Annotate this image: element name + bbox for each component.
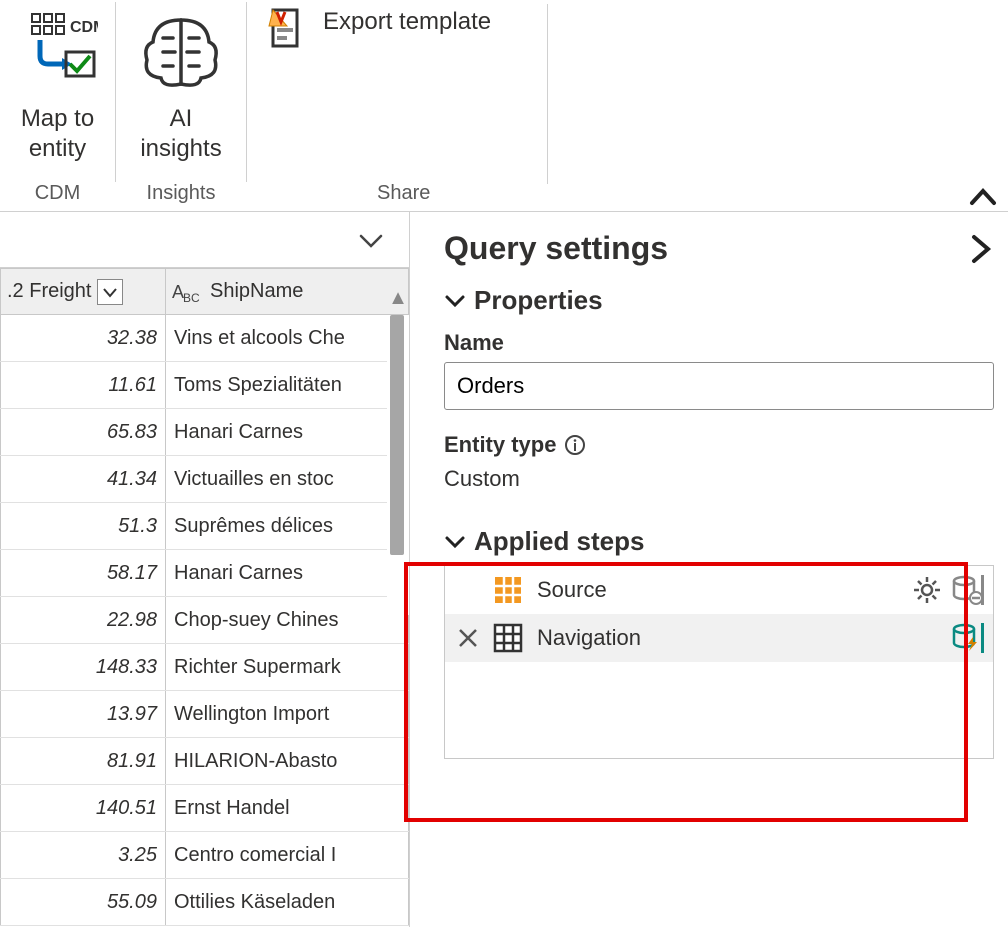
table-row[interactable]: 41.34Victuailles en stoc — [1, 456, 409, 503]
type-text-icon: A B C — [172, 280, 204, 304]
ribbon-collapse-button[interactable] — [968, 183, 998, 213]
brain-icon — [139, 6, 223, 102]
ribbon: CDM Map to entity CDM — [0, 0, 1008, 212]
column-header-shipname[interactable]: A B C ShipName — [166, 269, 409, 315]
column-filter-button[interactable] — [97, 279, 123, 305]
svg-text:B: B — [183, 291, 191, 304]
entity-type-value: Custom — [444, 466, 994, 492]
database-minus-icon[interactable] — [951, 575, 985, 605]
table-row[interactable]: 140.51Ernst Handel — [1, 785, 409, 832]
query-name-input[interactable] — [444, 362, 994, 410]
cell-shipname[interactable]: Ernst Handel — [166, 785, 409, 832]
cell-freight[interactable]: 32.38 — [1, 315, 166, 362]
table-row[interactable]: 81.91HILARION-Abasto — [1, 738, 409, 785]
cdm-map-icon: CDM — [18, 6, 98, 102]
cell-freight[interactable]: 148.33 — [1, 644, 166, 691]
table-row[interactable]: 58.17Hanari Carnes — [1, 550, 409, 597]
cell-shipname[interactable]: Suprêmes délices — [166, 503, 409, 550]
cell-freight[interactable]: 65.83 — [1, 409, 166, 456]
formula-bar[interactable] — [0, 212, 409, 268]
cell-freight[interactable]: 41.34 — [1, 456, 166, 503]
ribbon-group-label-share: Share — [377, 182, 430, 205]
cell-freight[interactable]: 58.17 — [1, 550, 166, 597]
column-header-shipname-label: ShipName — [210, 280, 303, 303]
query-settings-title: Query settings — [444, 230, 668, 267]
cell-shipname[interactable]: Ottilies Käseladen — [166, 879, 409, 926]
applied-step[interactable]: Navigation — [445, 614, 993, 662]
applied-step-label: Source — [533, 577, 903, 603]
map-to-entity-button[interactable]: CDM Map to entity — [3, 0, 113, 164]
column-header-freight[interactable]: .2 Freight — [1, 269, 166, 315]
ribbon-group-label-cdm: CDM — [35, 182, 81, 205]
query-settings-pane: Query settings Properties Name Entity ty… — [410, 212, 1008, 927]
name-label: Name — [444, 330, 994, 356]
vertical-scrollbar[interactable]: ▲ — [387, 315, 409, 615]
table-outline-icon — [493, 623, 523, 653]
map-to-entity-label: Map to entity — [21, 104, 94, 164]
export-template-button[interactable]: Export template — [247, 0, 1008, 48]
data-preview-pane: .2 Freight A B — [0, 212, 410, 927]
svg-text:C: C — [191, 291, 200, 304]
cell-freight[interactable]: 51.3 — [1, 503, 166, 550]
table-row[interactable]: 51.3Suprêmes délices — [1, 503, 409, 550]
applied-steps-heading: Applied steps — [474, 526, 644, 557]
table-row[interactable]: 22.98Chop-suey Chines — [1, 597, 409, 644]
svg-text:CDM: CDM — [70, 19, 98, 36]
cell-shipname[interactable]: Vins et alcools Che — [166, 315, 409, 362]
entity-type-label: Entity type — [444, 432, 556, 458]
ribbon-group-label-insights: Insights — [147, 182, 216, 205]
table-row[interactable]: 13.97Wellington Import — [1, 691, 409, 738]
applied-steps-list: Source Navigation — [444, 565, 994, 759]
ai-insights-label: AI insights — [140, 104, 221, 164]
properties-section-toggle[interactable]: Properties — [444, 285, 994, 316]
ribbon-group-insights: AI insights Insights — [116, 0, 246, 211]
ribbon-group-share: Export template Share — [247, 0, 1008, 211]
cell-shipname[interactable]: Wellington Import — [166, 691, 409, 738]
export-template-icon — [267, 8, 307, 48]
properties-heading: Properties — [474, 285, 603, 316]
ai-insights-button[interactable]: AI insights — [116, 0, 246, 164]
cell-freight[interactable]: 55.09 — [1, 879, 166, 926]
table-row[interactable]: 32.38Vins et alcools Che — [1, 315, 409, 362]
ribbon-group-cdm: CDM Map to entity CDM — [0, 0, 115, 211]
cell-shipname[interactable]: Richter Supermark — [166, 644, 409, 691]
cell-shipname[interactable]: HILARION-Abasto — [166, 738, 409, 785]
cell-shipname[interactable]: Centro comercial I — [166, 832, 409, 879]
cell-freight[interactable]: 81.91 — [1, 738, 166, 785]
chevron-right-icon[interactable] — [968, 233, 994, 265]
column-header-freight-label: .2 Freight — [7, 280, 91, 303]
scroll-thumb[interactable] — [390, 315, 404, 555]
chevron-down-icon — [444, 290, 466, 312]
cell-shipname[interactable]: Toms Spezialitäten — [166, 362, 409, 409]
cell-freight[interactable]: 11.61 — [1, 362, 166, 409]
cell-freight[interactable]: 3.25 — [1, 832, 166, 879]
table-row[interactable]: 3.25Centro comercial I — [1, 832, 409, 879]
cell-shipname[interactable]: Hanari Carnes — [166, 409, 409, 456]
cell-shipname[interactable]: Hanari Carnes — [166, 550, 409, 597]
export-template-label: Export template — [323, 8, 491, 36]
cell-freight[interactable]: 13.97 — [1, 691, 166, 738]
data-grid[interactable]: .2 Freight A B — [0, 268, 409, 926]
chevron-down-icon — [444, 531, 466, 553]
table-row[interactable]: 65.83Hanari Carnes — [1, 409, 409, 456]
table-orange-icon — [493, 575, 523, 605]
cell-freight[interactable]: 22.98 — [1, 597, 166, 644]
delete-step-button[interactable] — [453, 627, 483, 649]
database-bolt-icon[interactable] — [951, 623, 985, 653]
cell-freight[interactable]: 140.51 — [1, 785, 166, 832]
info-icon[interactable] — [564, 434, 586, 456]
table-row[interactable]: 55.09Ottilies Käseladen — [1, 879, 409, 926]
table-row[interactable]: 148.33Richter Supermark — [1, 644, 409, 691]
cell-shipname[interactable]: Victuailles en stoc — [166, 456, 409, 503]
gear-icon[interactable] — [913, 576, 941, 604]
cell-shipname[interactable]: Chop-suey Chines — [166, 597, 409, 644]
applied-step[interactable]: Source — [445, 566, 993, 614]
chevron-down-icon — [357, 227, 385, 255]
applied-steps-section-toggle[interactable]: Applied steps — [444, 526, 994, 557]
scroll-up-icon: ▲ — [387, 283, 409, 313]
table-row[interactable]: 11.61Toms Spezialitäten — [1, 362, 409, 409]
applied-step-label: Navigation — [533, 625, 941, 651]
